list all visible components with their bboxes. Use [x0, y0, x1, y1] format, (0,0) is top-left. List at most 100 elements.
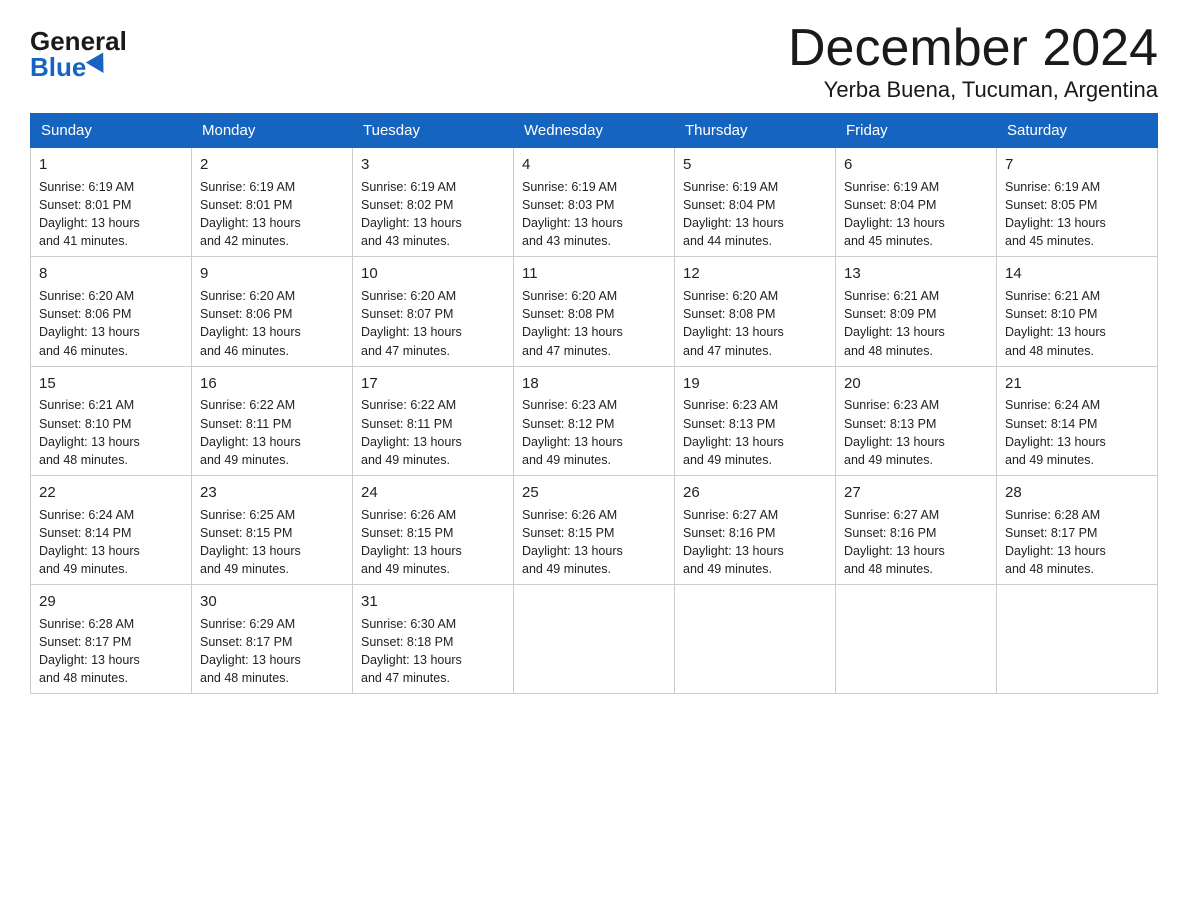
calendar-day-cell: 9 Sunrise: 6:20 AMSunset: 8:06 PMDayligh… — [192, 257, 353, 366]
calendar-day-cell — [514, 585, 675, 694]
col-saturday: Saturday — [997, 114, 1158, 148]
col-sunday: Sunday — [31, 114, 192, 148]
calendar-day-cell: 22 Sunrise: 6:24 AMSunset: 8:14 PMDaylig… — [31, 475, 192, 584]
day-info: Sunrise: 6:22 AMSunset: 8:11 PMDaylight:… — [361, 398, 462, 466]
calendar-day-cell: 18 Sunrise: 6:23 AMSunset: 8:12 PMDaylig… — [514, 366, 675, 475]
calendar-day-cell: 21 Sunrise: 6:24 AMSunset: 8:14 PMDaylig… — [997, 366, 1158, 475]
col-thursday: Thursday — [675, 114, 836, 148]
day-number: 6 — [844, 154, 988, 176]
month-title: December 2024 — [788, 20, 1158, 77]
day-number: 3 — [361, 154, 505, 176]
day-info: Sunrise: 6:19 AMSunset: 8:02 PMDaylight:… — [361, 180, 462, 248]
calendar-day-cell: 20 Sunrise: 6:23 AMSunset: 8:13 PMDaylig… — [836, 366, 997, 475]
logo-triangle-icon — [86, 52, 112, 78]
day-number: 27 — [844, 482, 988, 504]
day-number: 9 — [200, 263, 344, 285]
calendar-day-cell: 16 Sunrise: 6:22 AMSunset: 8:11 PMDaylig… — [192, 366, 353, 475]
calendar-day-cell: 26 Sunrise: 6:27 AMSunset: 8:16 PMDaylig… — [675, 475, 836, 584]
day-number: 30 — [200, 591, 344, 613]
calendar-day-cell: 23 Sunrise: 6:25 AMSunset: 8:15 PMDaylig… — [192, 475, 353, 584]
day-number: 13 — [844, 263, 988, 285]
day-info: Sunrise: 6:19 AMSunset: 8:03 PMDaylight:… — [522, 180, 623, 248]
col-tuesday: Tuesday — [353, 114, 514, 148]
calendar-day-cell: 3 Sunrise: 6:19 AMSunset: 8:02 PMDayligh… — [353, 148, 514, 257]
day-number: 18 — [522, 373, 666, 395]
calendar-week-row: 22 Sunrise: 6:24 AMSunset: 8:14 PMDaylig… — [31, 475, 1158, 584]
day-info: Sunrise: 6:29 AMSunset: 8:17 PMDaylight:… — [200, 617, 301, 685]
day-number: 24 — [361, 482, 505, 504]
calendar-day-cell — [675, 585, 836, 694]
day-info: Sunrise: 6:20 AMSunset: 8:08 PMDaylight:… — [522, 289, 623, 357]
location-subtitle: Yerba Buena, Tucuman, Argentina — [788, 77, 1158, 103]
calendar-day-cell: 25 Sunrise: 6:26 AMSunset: 8:15 PMDaylig… — [514, 475, 675, 584]
day-info: Sunrise: 6:30 AMSunset: 8:18 PMDaylight:… — [361, 617, 462, 685]
day-info: Sunrise: 6:19 AMSunset: 8:04 PMDaylight:… — [683, 180, 784, 248]
day-number: 25 — [522, 482, 666, 504]
logo: General Blue — [30, 28, 127, 80]
calendar-week-row: 29 Sunrise: 6:28 AMSunset: 8:17 PMDaylig… — [31, 585, 1158, 694]
col-monday: Monday — [192, 114, 353, 148]
calendar-day-cell: 13 Sunrise: 6:21 AMSunset: 8:09 PMDaylig… — [836, 257, 997, 366]
day-info: Sunrise: 6:28 AMSunset: 8:17 PMDaylight:… — [1005, 508, 1106, 576]
day-number: 29 — [39, 591, 183, 613]
day-number: 4 — [522, 154, 666, 176]
day-number: 12 — [683, 263, 827, 285]
calendar-day-cell: 29 Sunrise: 6:28 AMSunset: 8:17 PMDaylig… — [31, 585, 192, 694]
calendar-day-cell: 31 Sunrise: 6:30 AMSunset: 8:18 PMDaylig… — [353, 585, 514, 694]
calendar-day-cell: 27 Sunrise: 6:27 AMSunset: 8:16 PMDaylig… — [836, 475, 997, 584]
day-info: Sunrise: 6:19 AMSunset: 8:01 PMDaylight:… — [200, 180, 301, 248]
day-info: Sunrise: 6:23 AMSunset: 8:13 PMDaylight:… — [683, 398, 784, 466]
day-info: Sunrise: 6:26 AMSunset: 8:15 PMDaylight:… — [361, 508, 462, 576]
day-number: 8 — [39, 263, 183, 285]
day-number: 5 — [683, 154, 827, 176]
calendar-day-cell — [997, 585, 1158, 694]
day-info: Sunrise: 6:20 AMSunset: 8:06 PMDaylight:… — [39, 289, 140, 357]
calendar-day-cell — [836, 585, 997, 694]
day-number: 10 — [361, 263, 505, 285]
calendar-day-cell: 15 Sunrise: 6:21 AMSunset: 8:10 PMDaylig… — [31, 366, 192, 475]
day-number: 17 — [361, 373, 505, 395]
day-number: 15 — [39, 373, 183, 395]
day-number: 28 — [1005, 482, 1149, 504]
day-info: Sunrise: 6:20 AMSunset: 8:08 PMDaylight:… — [683, 289, 784, 357]
day-info: Sunrise: 6:21 AMSunset: 8:10 PMDaylight:… — [1005, 289, 1106, 357]
day-info: Sunrise: 6:20 AMSunset: 8:07 PMDaylight:… — [361, 289, 462, 357]
day-number: 11 — [522, 263, 666, 285]
col-friday: Friday — [836, 114, 997, 148]
day-info: Sunrise: 6:23 AMSunset: 8:12 PMDaylight:… — [522, 398, 623, 466]
calendar-day-cell: 28 Sunrise: 6:28 AMSunset: 8:17 PMDaylig… — [997, 475, 1158, 584]
day-info: Sunrise: 6:26 AMSunset: 8:15 PMDaylight:… — [522, 508, 623, 576]
day-number: 26 — [683, 482, 827, 504]
day-number: 1 — [39, 154, 183, 176]
day-info: Sunrise: 6:21 AMSunset: 8:09 PMDaylight:… — [844, 289, 945, 357]
calendar-day-cell: 17 Sunrise: 6:22 AMSunset: 8:11 PMDaylig… — [353, 366, 514, 475]
day-info: Sunrise: 6:20 AMSunset: 8:06 PMDaylight:… — [200, 289, 301, 357]
logo-general-text: General — [30, 28, 127, 54]
calendar-day-cell: 8 Sunrise: 6:20 AMSunset: 8:06 PMDayligh… — [31, 257, 192, 366]
day-info: Sunrise: 6:25 AMSunset: 8:15 PMDaylight:… — [200, 508, 301, 576]
calendar-day-cell: 12 Sunrise: 6:20 AMSunset: 8:08 PMDaylig… — [675, 257, 836, 366]
day-number: 23 — [200, 482, 344, 504]
day-number: 2 — [200, 154, 344, 176]
calendar-week-row: 15 Sunrise: 6:21 AMSunset: 8:10 PMDaylig… — [31, 366, 1158, 475]
day-number: 21 — [1005, 373, 1149, 395]
day-info: Sunrise: 6:24 AMSunset: 8:14 PMDaylight:… — [1005, 398, 1106, 466]
day-info: Sunrise: 6:19 AMSunset: 8:01 PMDaylight:… — [39, 180, 140, 248]
day-info: Sunrise: 6:28 AMSunset: 8:17 PMDaylight:… — [39, 617, 140, 685]
day-number: 19 — [683, 373, 827, 395]
calendar-day-cell: 6 Sunrise: 6:19 AMSunset: 8:04 PMDayligh… — [836, 148, 997, 257]
calendar-day-cell: 10 Sunrise: 6:20 AMSunset: 8:07 PMDaylig… — [353, 257, 514, 366]
page-header: General Blue December 2024 Yerba Buena, … — [30, 20, 1158, 103]
col-wednesday: Wednesday — [514, 114, 675, 148]
calendar-day-cell: 7 Sunrise: 6:19 AMSunset: 8:05 PMDayligh… — [997, 148, 1158, 257]
calendar-day-cell: 24 Sunrise: 6:26 AMSunset: 8:15 PMDaylig… — [353, 475, 514, 584]
logo-blue-text: Blue — [30, 54, 110, 80]
day-info: Sunrise: 6:27 AMSunset: 8:16 PMDaylight:… — [844, 508, 945, 576]
calendar-day-cell: 1 Sunrise: 6:19 AMSunset: 8:01 PMDayligh… — [31, 148, 192, 257]
calendar-day-cell: 2 Sunrise: 6:19 AMSunset: 8:01 PMDayligh… — [192, 148, 353, 257]
day-number: 14 — [1005, 263, 1149, 285]
day-number: 20 — [844, 373, 988, 395]
calendar-body: 1 Sunrise: 6:19 AMSunset: 8:01 PMDayligh… — [31, 148, 1158, 694]
calendar-week-row: 1 Sunrise: 6:19 AMSunset: 8:01 PMDayligh… — [31, 148, 1158, 257]
calendar-day-cell: 30 Sunrise: 6:29 AMSunset: 8:17 PMDaylig… — [192, 585, 353, 694]
